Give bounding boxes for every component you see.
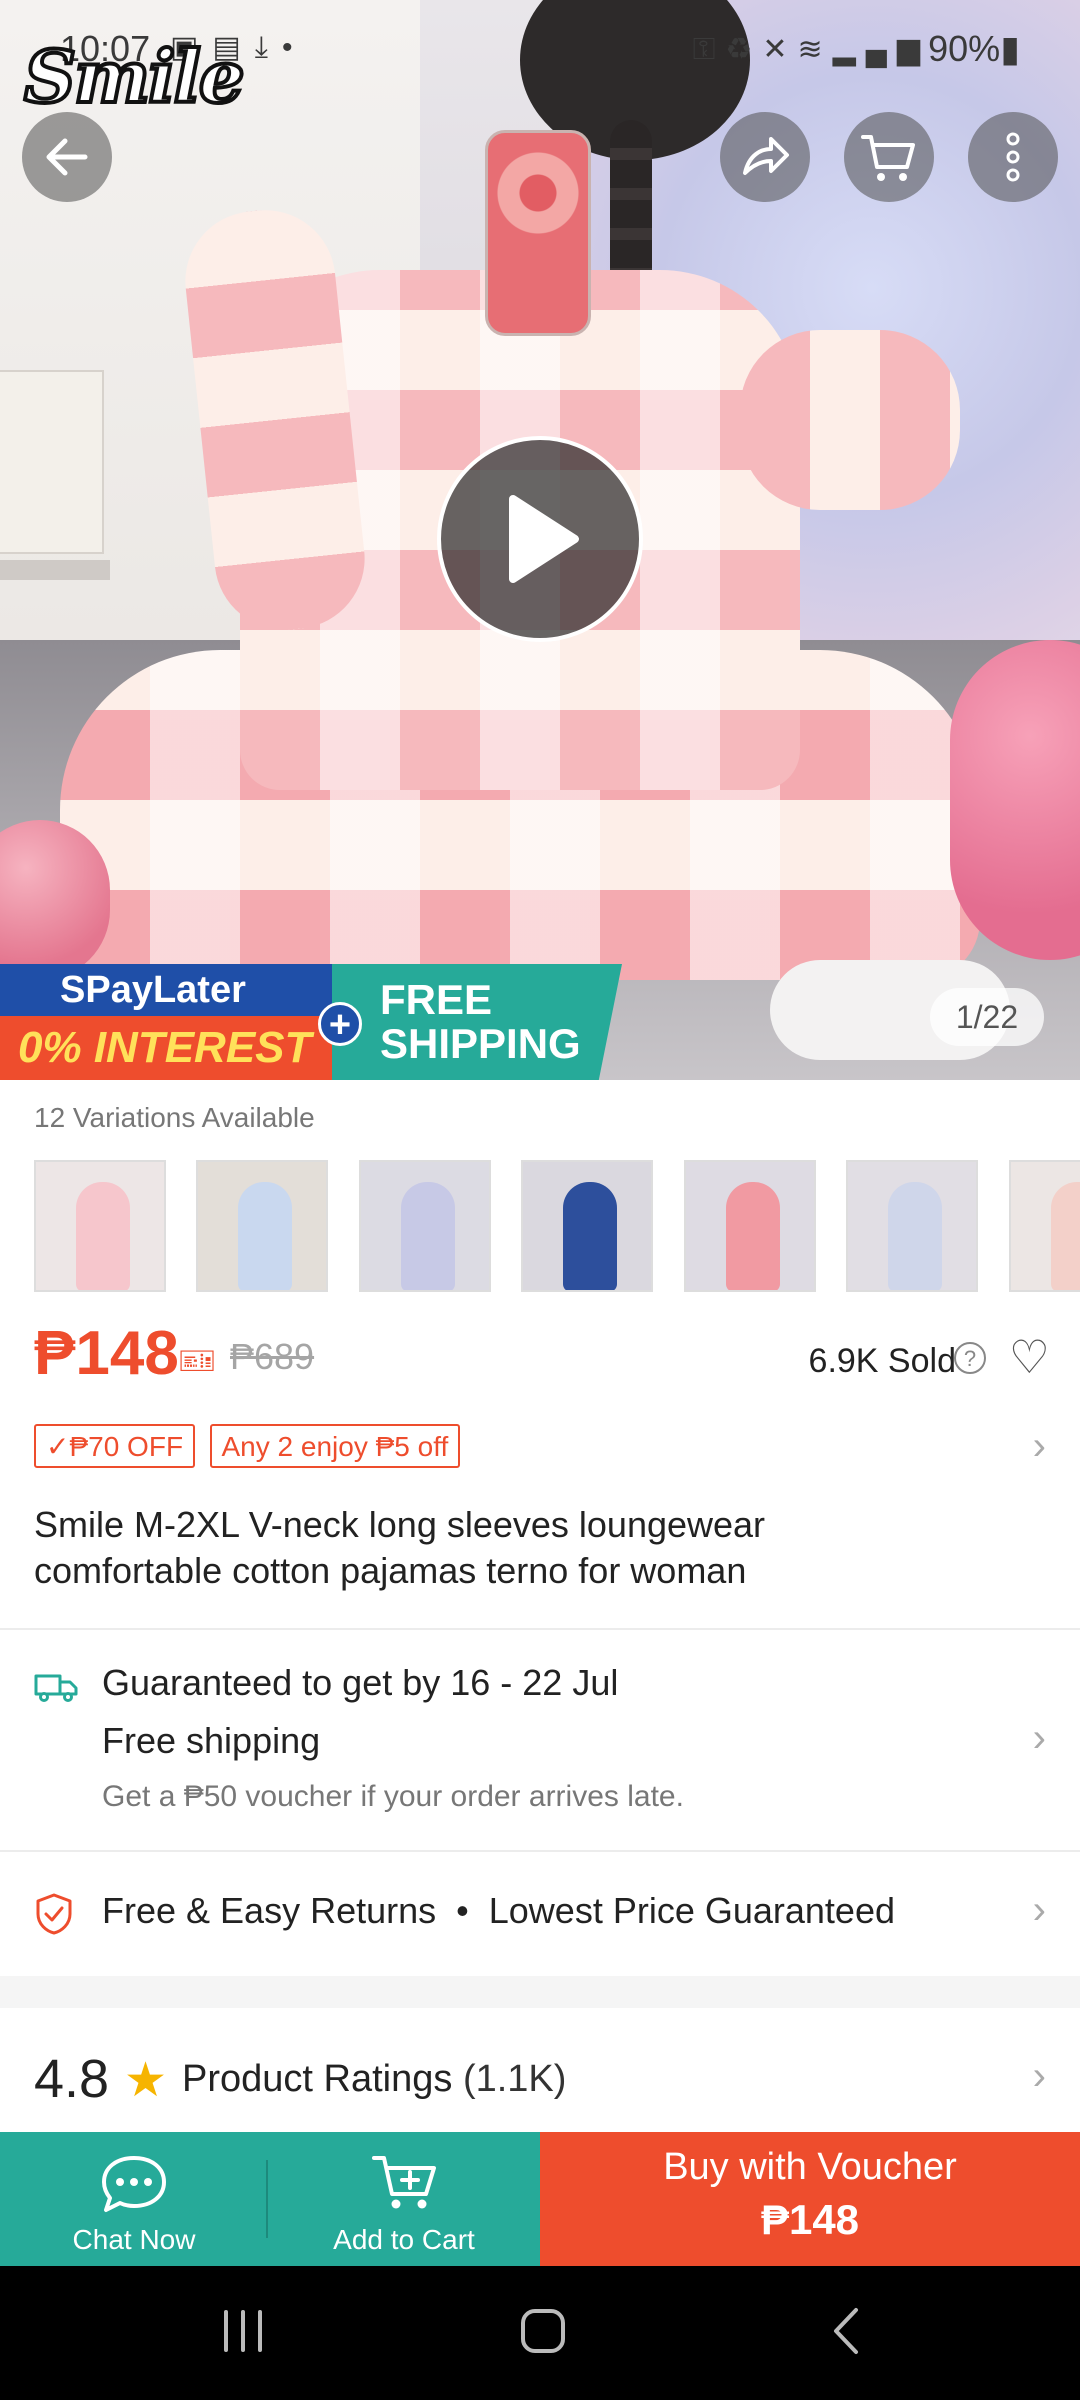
shield-check-icon [36, 1893, 72, 1935]
chevron-right-icon: › [1032, 1424, 1046, 1468]
heart-icon[interactable]: ♡ [1009, 1330, 1050, 1384]
variation-thumb[interactable] [846, 1160, 979, 1292]
discount-tag: ✓₱70 OFF [34, 1424, 196, 1468]
wifi-icon: ≋ [797, 33, 833, 66]
share-button[interactable] [720, 112, 810, 202]
variation-thumb[interactable] [683, 1160, 816, 1292]
help-icon[interactable]: ? [954, 1342, 986, 1374]
recent-apps-icon[interactable] [218, 2306, 268, 2356]
add-to-cart-button[interactable]: Add to Cart [268, 2132, 540, 2266]
divider [0, 1628, 1080, 1630]
variation-thumb-swatch [400, 1182, 455, 1290]
buy-with-voucher-button[interactable]: Buy with Voucher ₱148 [540, 2132, 1080, 2266]
variation-thumb-swatch [888, 1182, 943, 1290]
variation-thumb-swatch [76, 1182, 130, 1290]
signal-icon: ▂▄▆ [832, 33, 930, 66]
buy-button-label: Buy with Voucher [663, 2146, 957, 2188]
promo-banner: SPayLater 0% INTEREST FREE SHIPPING + [0, 964, 622, 1080]
play-video-button[interactable] [437, 436, 643, 642]
voucher-icon: 🎫︎ [178, 1345, 217, 1378]
ratings-label-row: Product Ratings (1.1K) [182, 2058, 566, 2101]
battery-level: 90%▮ [928, 28, 1020, 70]
record-poster [0, 370, 104, 554]
play-icon [509, 495, 579, 583]
download-icon: ⤓ [254, 31, 282, 64]
variation-thumb[interactable] [1008, 1160, 1080, 1292]
chat-now-label: Chat Now [72, 2224, 196, 2255]
price-row: ₱148 🎫︎ ₱689 6.9K Sold ? ♡ [34, 1318, 1050, 1398]
image-counter: 1/22 [930, 988, 1044, 1046]
more-options-button[interactable] [968, 112, 1058, 202]
variations-label: 12 Variations Available [34, 1102, 315, 1133]
mute-icon: ✕ [762, 33, 798, 66]
home-icon[interactable] [518, 2306, 568, 2356]
product-image-carousel[interactable]: 10:07 ▣▤⤓• ⚿♻✕≋▂▄▆ 90%▮ Smile SPayLater … [0, 0, 1080, 1080]
delivery-truck-icon [34, 1674, 78, 1702]
easy-returns-label: Free & Easy Returns [102, 1890, 437, 1931]
system-back-icon[interactable] [822, 2306, 872, 2356]
battery-percent: 90% [928, 28, 1001, 69]
free-shipping-line1: FREE [380, 976, 493, 1023]
buy-button-price: ₱148 [760, 2196, 860, 2243]
variation-thumb[interactable] [196, 1160, 329, 1292]
plush-toy [950, 640, 1080, 960]
product-title: Smile M-2XL V-neck long sleeves loungewe… [34, 1504, 766, 1591]
ratings-label: Product Ratings [182, 2058, 453, 2100]
chevron-right-icon: › [1032, 2054, 1046, 2098]
variation-thumb-swatch [563, 1182, 618, 1290]
chevron-right-icon: › [1032, 1716, 1046, 1760]
back-arrow-icon [46, 138, 88, 176]
variation-thumb-swatch [1050, 1182, 1080, 1290]
divider [0, 1850, 1080, 1852]
returns-text: Free & Easy Returns • Lowest Price Guara… [102, 1890, 895, 1932]
plus-icon: + [318, 1002, 362, 1046]
interest-label: 0% INTEREST [0, 1016, 340, 1080]
sold-count: 6.9K Sold [808, 1342, 956, 1380]
dot-icon: • [281, 31, 307, 64]
add-to-cart-icon [372, 2156, 436, 2209]
bottom-action-bar: Chat Now Add to Cart Buy with Voucher ₱1… [0, 2132, 1080, 2266]
original-price: ₱689 [230, 1336, 315, 1377]
lowest-price-label: Lowest Price Guaranteed [488, 1890, 895, 1931]
offers-row[interactable]: ✓₱70 OFF Any 2 enjoy ₱5 off › [34, 1424, 1046, 1474]
key-icon: ⚿ [692, 33, 726, 66]
share-icon [743, 137, 789, 175]
spaylater-label: SPayLater [0, 964, 340, 1016]
variation-thumb-swatch [238, 1182, 293, 1290]
star-icon: ★ [124, 2054, 168, 2107]
chevron-right-icon: › [1032, 1888, 1046, 1932]
system-navigation-bar [0, 2266, 1080, 2400]
phone-in-photo [485, 130, 591, 336]
variation-thumbnails[interactable] [34, 1160, 1080, 1294]
chat-icon [102, 2156, 166, 2212]
status-system-icons: ⚿♻✕≋▂▄▆ [693, 32, 930, 67]
rating-score: 4.8 [34, 2049, 110, 2109]
free-shipping-badge: FREE SHIPPING [332, 964, 622, 1080]
back-button[interactable] [22, 112, 112, 202]
variation-thumb-swatch [725, 1182, 780, 1290]
delivery-guarantee: Guaranteed to get by 16 - 22 Jul [102, 1662, 619, 1703]
pajama-sleeve-right [740, 330, 960, 510]
late-voucher-text: Get a ₱50 voucher if your order arrives … [102, 1780, 684, 1813]
add-to-cart-label: Add to Cart [333, 2224, 475, 2255]
cart-icon [861, 135, 915, 181]
section-gap [0, 1976, 1080, 2008]
shelf [0, 560, 110, 580]
brand-logo: Smile [22, 32, 247, 121]
variation-thumb[interactable] [521, 1160, 654, 1292]
variation-thumb[interactable] [34, 1160, 166, 1292]
ratings-count: (1.1K) [462, 2058, 567, 2100]
battery-icon: ▮ [1000, 28, 1020, 69]
free-shipping-text: Free shipping [102, 1720, 321, 1761]
current-price: ₱148 [34, 1319, 179, 1388]
separator-dot: • [456, 1890, 469, 1931]
bundle-deal-tag: Any 2 enjoy ₱5 off [209, 1424, 461, 1468]
free-shipping-line2: SHIPPING [380, 1020, 581, 1067]
variation-thumb[interactable] [358, 1160, 491, 1292]
more-vertical-icon [1006, 132, 1020, 182]
cart-button[interactable] [844, 112, 934, 202]
chat-now-button[interactable]: Chat Now [0, 2132, 268, 2266]
battery-saver-icon: ♻ [725, 33, 763, 66]
